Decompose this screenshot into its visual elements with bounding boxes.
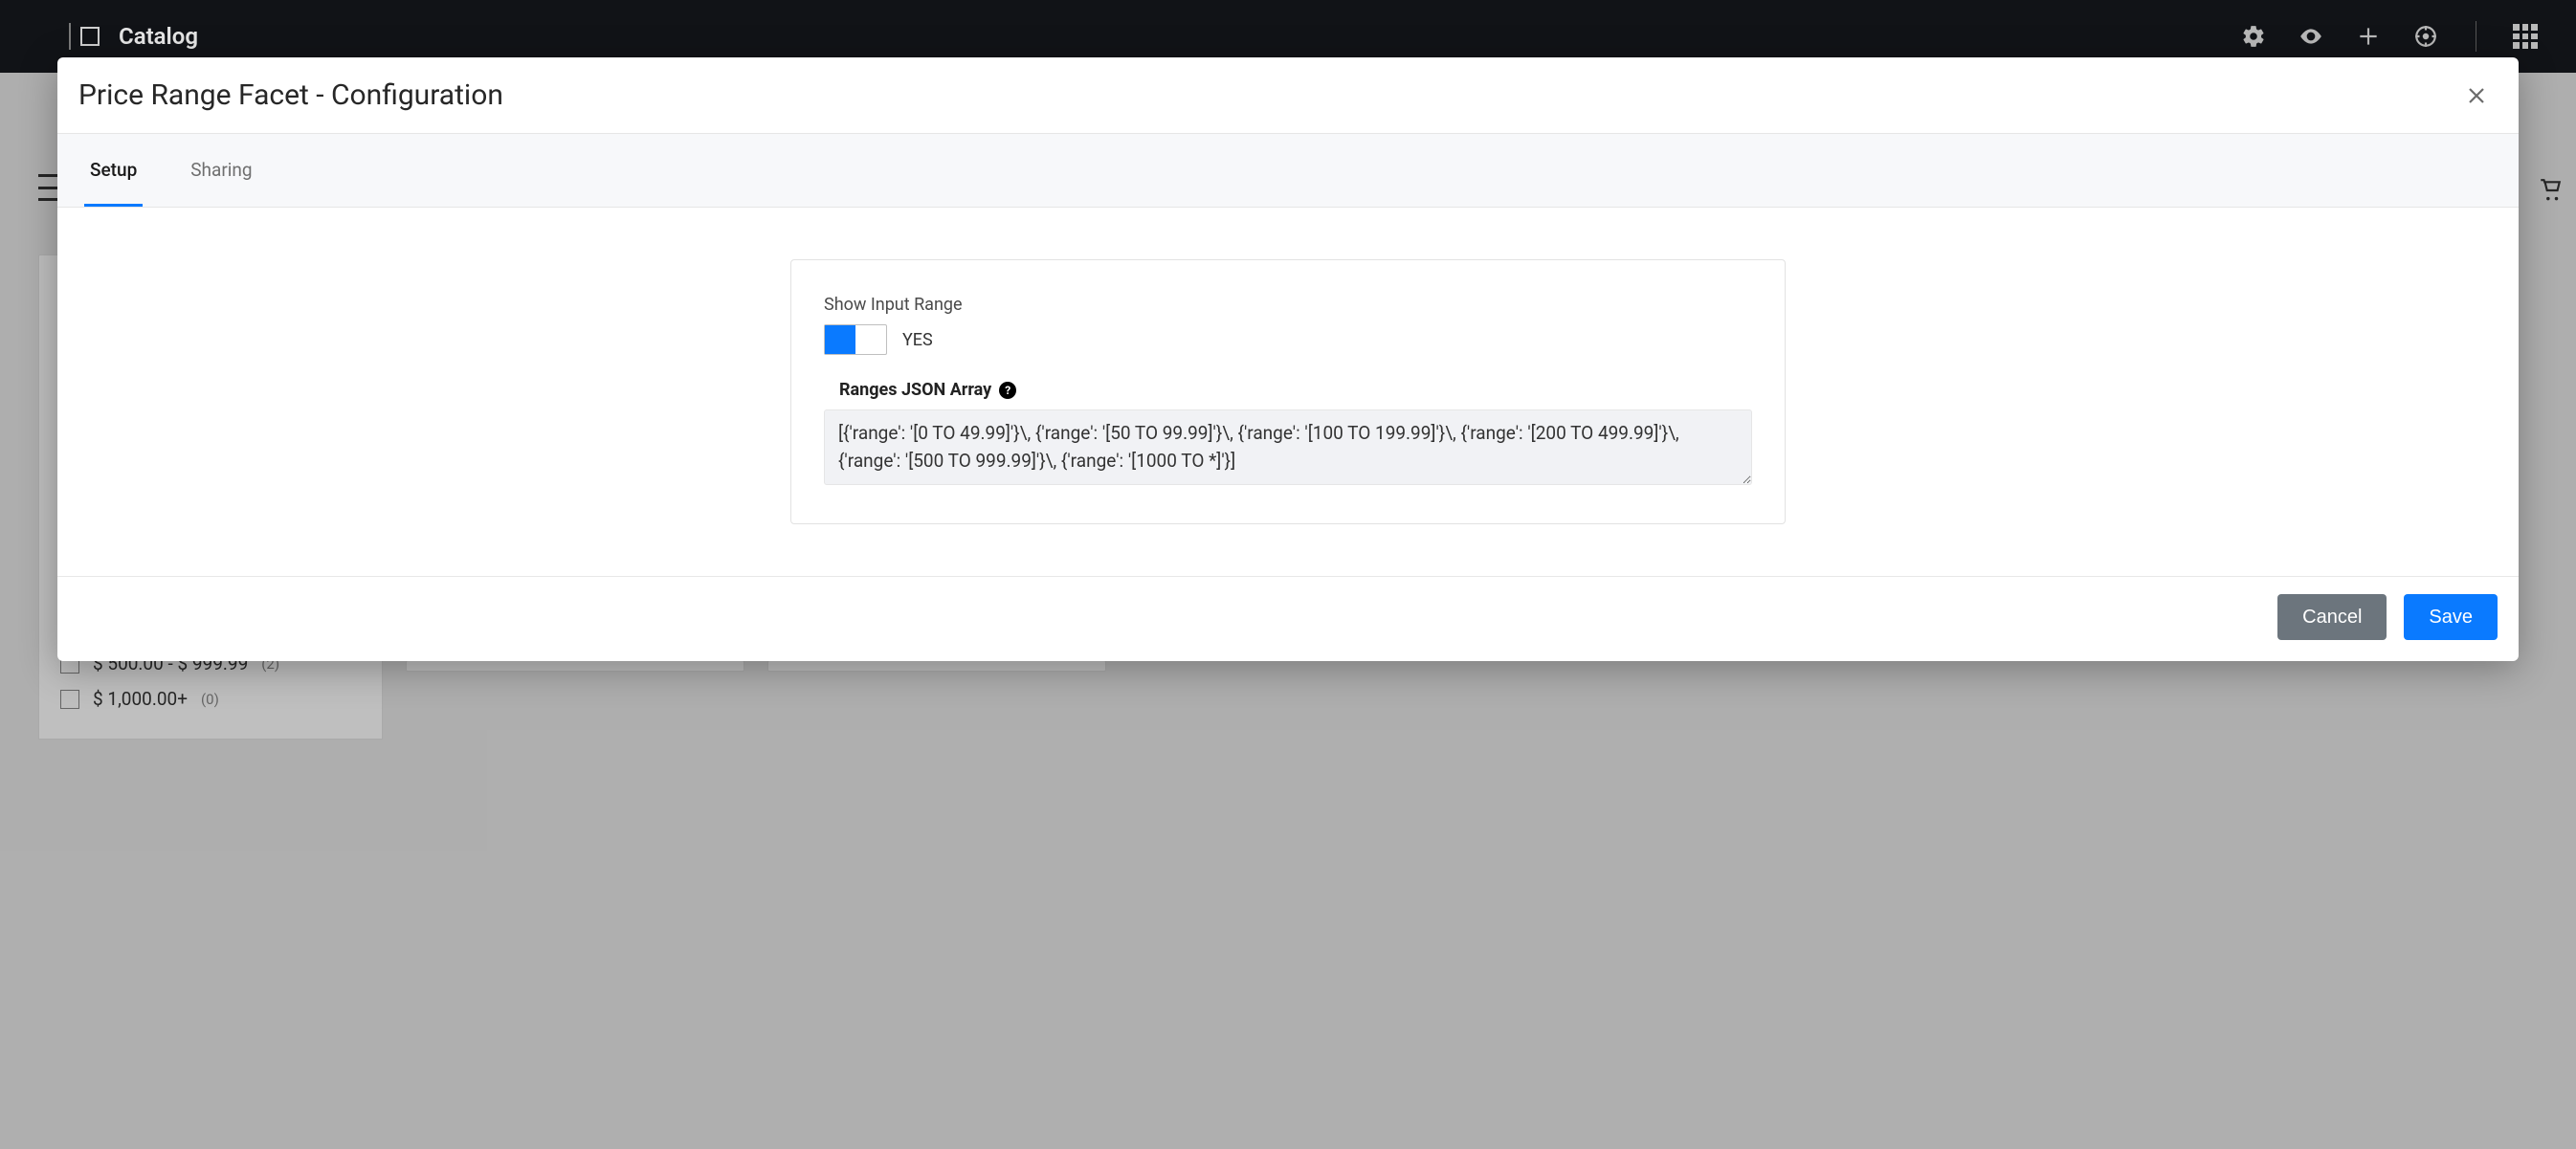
configuration-modal: Price Range Facet - Configuration Setup … (57, 57, 2519, 661)
modal-title: Price Range Facet - Configuration (78, 78, 503, 112)
modal-footer: Cancel Save (57, 576, 2519, 661)
apps-icon[interactable] (2513, 24, 2538, 49)
page-title: Catalog (119, 23, 198, 50)
modal-tabs: Setup Sharing (57, 134, 2519, 207)
ranges-json-array-label: Ranges JSON Array (839, 380, 991, 400)
close-button[interactable] (2461, 80, 2492, 111)
show-input-range-toggle-row: YES (824, 324, 1752, 355)
topbar-left: Catalog (69, 21, 198, 52)
tab-setup[interactable]: Setup (84, 134, 143, 208)
site-pages-icon[interactable] (69, 21, 100, 52)
checkbox-icon[interactable] (60, 690, 79, 709)
tab-sharing[interactable]: Sharing (185, 134, 257, 208)
product-card (767, 660, 1106, 672)
config-card: Show Input Range YES Ranges JSON Array ? (790, 259, 1786, 524)
eye-icon[interactable] (2298, 23, 2324, 50)
facet-row-count: (0) (201, 691, 219, 708)
facet-row[interactable]: $ 1,000.00+ (0) (60, 688, 361, 710)
product-card (406, 660, 744, 672)
topbar-right (2240, 21, 2538, 52)
plus-icon[interactable] (2355, 23, 2382, 50)
help-icon[interactable]: ? (999, 382, 1016, 399)
simulate-icon[interactable] (2412, 23, 2439, 50)
save-button[interactable]: Save (2404, 594, 2498, 640)
cart-icon[interactable] (2536, 178, 2565, 203)
ranges-json-array-input[interactable] (824, 409, 1752, 485)
modal-body: Show Input Range YES Ranges JSON Array ? (57, 208, 2519, 576)
toggle-value-label: YES (902, 330, 933, 350)
ranges-label-row: Ranges JSON Array ? (839, 380, 1752, 400)
modal-header: Price Range Facet - Configuration (57, 57, 2519, 133)
gear-icon[interactable] (2240, 23, 2267, 50)
cancel-button[interactable]: Cancel (2277, 594, 2387, 640)
show-input-range-label: Show Input Range (824, 295, 1752, 315)
facet-row-label: $ 1,000.00+ (93, 688, 188, 710)
show-input-range-toggle[interactable] (824, 324, 887, 355)
